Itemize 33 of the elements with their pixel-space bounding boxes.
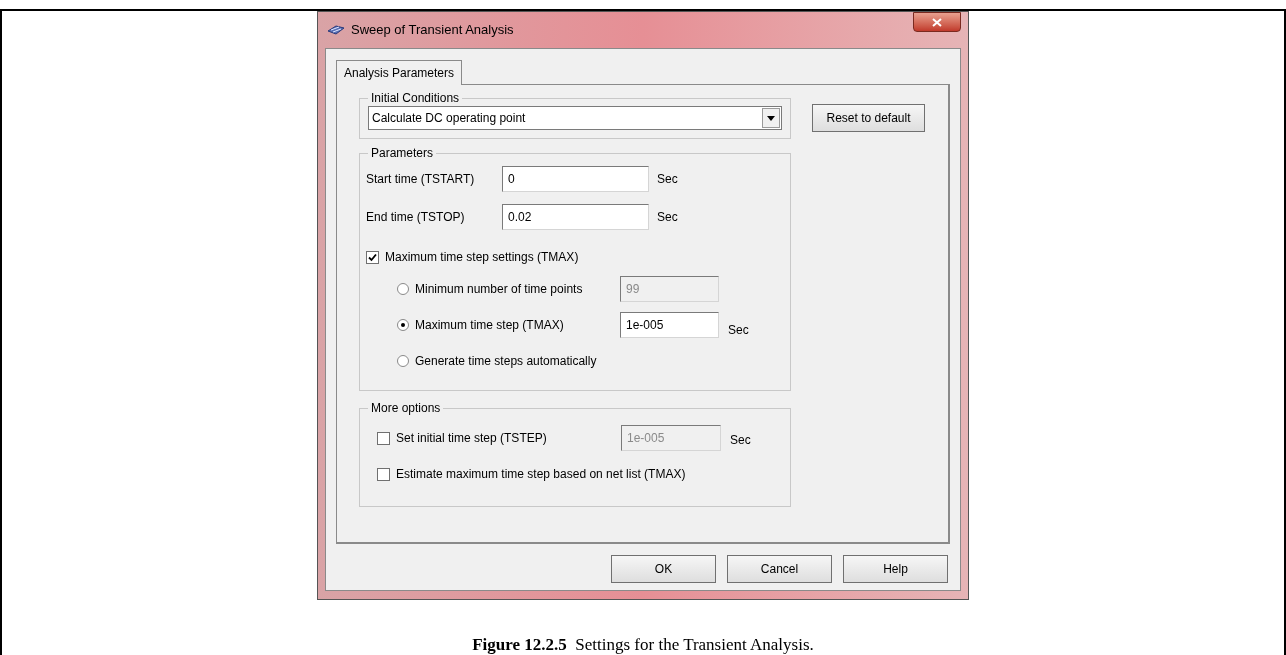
figure-caption: Figure 12.2.5 Settings for the Transient Analysis. <box>472 635 814 655</box>
checkbox[interactable] <box>366 250 379 264</box>
window-title: Sweep of Transient Analysis <box>351 21 514 40</box>
unit-label: Sec <box>730 432 751 449</box>
dialog-button[interactable]: Reset to default <box>812 104 925 132</box>
tab[interactable]: Analysis Parameters <box>336 60 463 85</box>
checkbox-label: Estimate maximum time step based on net list (TMAX) <box>396 466 686 483</box>
unit-label: Sec <box>728 322 749 339</box>
group-legend: More options <box>368 400 444 416</box>
radio-button[interactable] <box>397 319 409 331</box>
field-label: Start time (TSTART) <box>366 171 476 188</box>
radio-button[interactable] <box>397 355 409 367</box>
input-field[interactable]: 1e-005 <box>620 312 719 338</box>
dialog-button[interactable]: Cancel <box>727 555 832 583</box>
input-field[interactable]: 0 <box>502 166 649 192</box>
dialog-button[interactable]: OK <box>611 555 716 583</box>
checkmark-icon <box>368 252 377 262</box>
radio-label: Minimum number of time points <box>415 281 584 298</box>
field-label: End time (TSTOP) <box>366 209 466 226</box>
app-icon <box>327 24 345 36</box>
checkbox-label: Set initial time step (TSTEP) <box>396 430 548 447</box>
close-button[interactable] <box>913 12 961 32</box>
dropdown-value: Calculate DC operating point <box>371 110 527 127</box>
input-field[interactable]: 0.02 <box>502 204 649 230</box>
dropdown[interactable]: Calculate DC operating point <box>368 106 782 130</box>
radio-label: Generate time steps automatically <box>415 353 598 370</box>
close-icon <box>932 17 942 27</box>
checkbox[interactable] <box>377 467 390 481</box>
unit-label: Sec <box>657 171 678 188</box>
radio-label: Maximum time step (TMAX) <box>415 317 565 334</box>
checkbox-label: Maximum time step settings (TMAX) <box>385 249 579 266</box>
unit-label: Sec <box>657 209 678 226</box>
dialog-button[interactable]: Help <box>843 555 948 583</box>
